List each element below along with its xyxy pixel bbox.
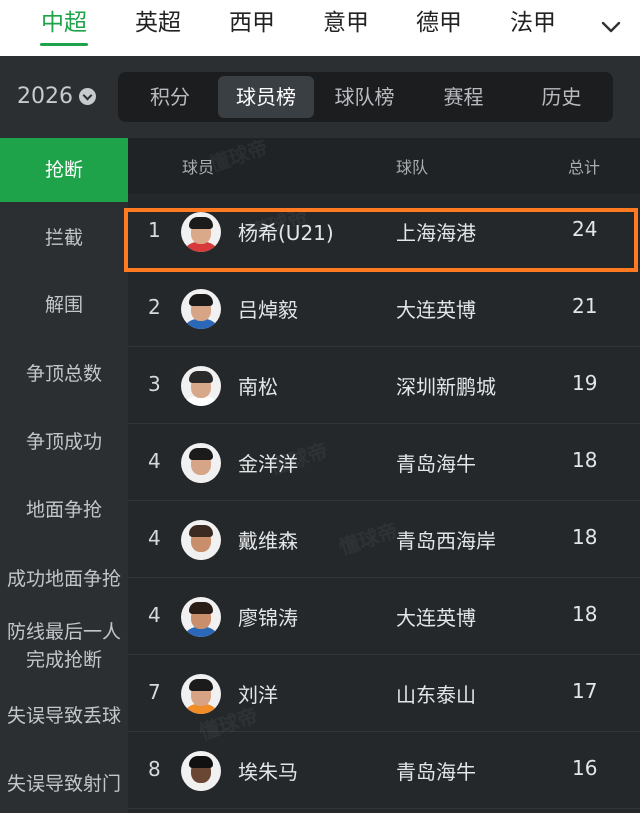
- rank-cell: 4: [148, 526, 161, 550]
- tab-league-seriea[interactable]: 意甲: [320, 6, 372, 46]
- team-name-cell[interactable]: 青岛西海岸: [396, 525, 496, 554]
- team-name-cell[interactable]: 青岛海牛: [396, 448, 476, 477]
- tab-schedule[interactable]: 赛程: [415, 76, 512, 118]
- category-ground-duels[interactable]: 地面争抢: [0, 496, 128, 524]
- category-clearances[interactable]: 解围: [0, 291, 128, 319]
- avatar[interactable]: [181, 366, 221, 406]
- rank-cell: 8: [148, 757, 161, 781]
- total-cell: 17: [572, 679, 598, 703]
- avatar[interactable]: [181, 443, 221, 483]
- player-ranking-table: 球员 球队 总计 1 杨希(U21) 上海海港 24 2 吕焯毅 大连英博 21 3 南松 深圳新鹏…: [128, 135, 640, 813]
- tab-league-bundesliga[interactable]: 德甲: [413, 6, 465, 46]
- category-ground-duels-won[interactable]: 成功地面争抢: [0, 565, 128, 593]
- category-aerial-duels[interactable]: 争顶总数: [0, 360, 128, 388]
- total-cell: 18: [572, 602, 598, 626]
- tab-standings[interactable]: 积分: [122, 76, 218, 118]
- player-name-cell[interactable]: 吕焯毅: [238, 294, 298, 323]
- avatar[interactable]: [181, 520, 221, 560]
- season-label: 2026: [17, 84, 73, 109]
- table-row[interactable]: 2 吕焯毅 大连英博 21: [128, 271, 640, 347]
- rank-cell: 2: [148, 295, 161, 319]
- league-tab-bar: 中超 英超 西甲 意甲 德甲 法甲: [0, 0, 640, 56]
- team-name-cell[interactable]: 深圳新鹏城: [396, 371, 496, 400]
- stat-category-sidebar: 抢断 拦截 解围 争顶总数 争顶成功 地面争抢 成功地面争抢 防线最后一人 完成…: [0, 138, 128, 813]
- tab-league-epl[interactable]: 英超: [132, 6, 184, 46]
- player-name-cell[interactable]: 埃朱马: [238, 756, 298, 785]
- total-cell: 21: [572, 294, 598, 318]
- avatar[interactable]: [181, 751, 221, 791]
- team-name-cell[interactable]: 上海海港: [396, 217, 476, 246]
- season-selector[interactable]: 2026: [17, 84, 96, 109]
- tab-league-ligue1[interactable]: 法甲: [507, 6, 559, 46]
- category-last-man-tackles[interactable]: 防线最后一人 完成抢断: [0, 618, 128, 674]
- tab-league-csl[interactable]: 中超: [38, 6, 90, 46]
- category-interceptions[interactable]: 拦截: [0, 224, 128, 252]
- avatar[interactable]: [181, 289, 221, 329]
- tab-team-rankings[interactable]: 球队榜: [316, 76, 413, 118]
- rank-cell: 7: [148, 680, 161, 704]
- table-header: 球员 球队 总计: [128, 138, 640, 194]
- category-errors-led-to-shot[interactable]: 失误导致射门: [0, 770, 128, 798]
- total-cell: 16: [572, 756, 598, 780]
- tab-player-rankings[interactable]: 球员榜: [218, 76, 314, 118]
- total-cell: 19: [572, 371, 598, 395]
- avatar[interactable]: [181, 674, 221, 714]
- team-name-cell[interactable]: 青岛海牛: [396, 756, 476, 785]
- category-errors-led-to-goal[interactable]: 失误导致丢球: [0, 702, 128, 730]
- chevron-down-icon[interactable]: [598, 14, 624, 40]
- player-name-cell[interactable]: 廖锦涛: [238, 602, 298, 631]
- rank-cell: 4: [148, 449, 161, 473]
- team-name-cell[interactable]: 山东泰山: [396, 679, 476, 708]
- rank-cell: 3: [148, 372, 161, 396]
- category-aerial-duels-won[interactable]: 争顶成功: [0, 428, 128, 456]
- team-name-cell[interactable]: 大连英博: [396, 602, 476, 631]
- player-name-cell[interactable]: 戴维森: [238, 525, 298, 554]
- category-tackles[interactable]: 抢断: [0, 138, 128, 202]
- chevron-down-icon: [79, 88, 96, 105]
- rank-cell: 1: [148, 218, 161, 242]
- total-cell: 18: [572, 525, 598, 549]
- table-row[interactable]: 4 廖锦涛 大连英博 18: [128, 579, 640, 655]
- tab-history[interactable]: 历史: [514, 76, 609, 118]
- total-cell: 18: [572, 448, 598, 472]
- view-segment-control: 积分 球员榜 球队榜 赛程 历史: [118, 72, 613, 122]
- table-row[interactable]: 1 杨希(U21) 上海海港 24: [128, 194, 640, 270]
- player-name-cell[interactable]: 南松: [238, 371, 278, 400]
- table-row[interactable]: 3 南松 深圳新鹏城 19: [128, 348, 640, 424]
- tab-league-laliga[interactable]: 西甲: [226, 6, 278, 46]
- column-header-total: 总计: [568, 158, 601, 177]
- rank-cell: 4: [148, 603, 161, 627]
- filter-row: 2026 积分 球员榜 球队榜 赛程 历史: [0, 56, 640, 138]
- total-cell: 24: [572, 217, 598, 241]
- avatar[interactable]: [181, 597, 221, 637]
- table-row[interactable]: 4 金洋洋 青岛海牛 18: [128, 425, 640, 501]
- column-header-team: 球队: [396, 158, 429, 177]
- team-name-cell[interactable]: 大连英博: [396, 294, 476, 323]
- avatar[interactable]: [181, 212, 221, 252]
